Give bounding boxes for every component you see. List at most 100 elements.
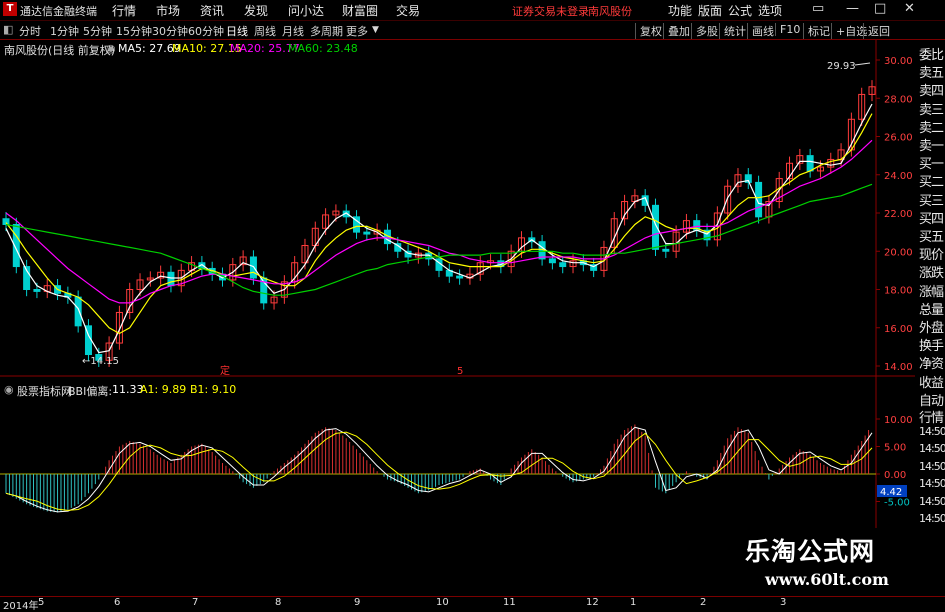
tool-overlay[interactable]: 叠加	[663, 23, 690, 39]
date-axis-label: 12	[586, 597, 599, 608]
side-panel-label: 14:50	[919, 477, 945, 491]
date-axis-label: 2014年	[3, 601, 39, 612]
side-panel-label: 买二	[919, 175, 944, 191]
date-axis-label: 10	[436, 597, 449, 608]
tool-mark[interactable]: 标记	[803, 23, 830, 39]
period-toolbar: ◧ 分时 1分钟 5分钟 15分钟 30分钟 60分钟 日线 周线 月线 多周期…	[0, 21, 945, 40]
y-tick-label: 24.00	[884, 171, 913, 182]
menu-layout[interactable]: 版面	[698, 2, 722, 19]
candle-body	[363, 231, 371, 235]
period-60min[interactable]: 60分钟	[188, 23, 224, 39]
chevron-down-icon[interactable]: ▼	[372, 25, 379, 35]
tool-multistock[interactable]: 多股	[691, 23, 718, 39]
candle-body	[806, 155, 814, 172]
side-panel-label: 14:50	[919, 494, 945, 508]
date-axis-label: 8	[275, 597, 282, 608]
title-bar: T 通达信金融终端 行情 市场 资讯 发现 问小达 财富圈 交易 证券交易未登录…	[0, 0, 945, 21]
maximize-icon[interactable]: □	[874, 1, 886, 16]
period-more[interactable]: 更多	[346, 23, 368, 39]
side-panel-label: 行情	[919, 411, 944, 427]
side-panel-label: 买五	[919, 230, 944, 245]
side-panel-label: 委比	[919, 48, 944, 63]
event-marker: 5	[457, 366, 463, 377]
side-panel-label: 14:50	[919, 442, 945, 456]
side-panel-label: 净资	[919, 357, 944, 373]
minimize-icon[interactable]: —	[846, 1, 859, 16]
candle-body	[167, 271, 175, 287]
candle-body	[33, 289, 41, 292]
date-axis-label: 5	[38, 597, 45, 608]
date-axis-label: 2	[700, 597, 707, 608]
period-30min[interactable]: 30分钟	[152, 23, 188, 39]
y-tick-label: 20.00	[884, 247, 913, 258]
stock-chart[interactable]: 30.00 28.00 26.00 24.00 22.00 20.00 18.00 16.00…	[0, 40, 915, 596]
side-panel-label: 卖三	[919, 102, 944, 118]
menu-market[interactable]: 市场	[156, 2, 180, 19]
period-5min[interactable]: 5分钟	[83, 23, 112, 39]
period-intraday[interactable]: 分时	[19, 23, 41, 39]
date-axis-label: 6	[114, 597, 121, 608]
y-tick-label: 16.00	[884, 324, 913, 335]
period-daily[interactable]: 日线	[226, 23, 248, 39]
date-axis-label: 1	[630, 597, 637, 608]
side-panel-label: 自动	[919, 393, 944, 409]
date-axis-label: 7	[192, 597, 199, 608]
side-panel-label: 涨幅	[919, 284, 944, 300]
app-logo-icon: T	[3, 2, 17, 16]
menu-quotes[interactable]: 行情	[112, 2, 136, 19]
y-tick-label: 18.00	[884, 286, 913, 297]
stock-name: 南风股份	[588, 5, 632, 18]
date-axis-label: 3	[780, 597, 787, 608]
menu-news[interactable]: 资讯	[200, 2, 224, 19]
trade-login-warning[interactable]: 证券交易未登录	[512, 3, 589, 19]
collapse-icon[interactable]: ◧	[3, 23, 13, 36]
watermark: 乐淘公式网 www.60lt.com	[725, 528, 945, 596]
restore-window-icon[interactable]: ▭	[812, 1, 824, 16]
y-tick-label: 22.00	[884, 209, 913, 220]
candle-body	[2, 218, 10, 225]
tool-draw[interactable]: 画线	[747, 23, 774, 39]
watermark-url: www.60lt.com	[765, 570, 889, 589]
y-tick-label: 26.00	[884, 133, 913, 144]
side-panel-label: 总量	[919, 302, 944, 318]
tool-add-favorite[interactable]: +自选	[831, 23, 867, 39]
side-panel-label: 涨跌	[919, 266, 944, 282]
side-panel-label: 卖五	[919, 66, 944, 82]
period-1min[interactable]: 1分钟	[50, 23, 79, 39]
period-15min[interactable]: 15分钟	[116, 23, 152, 39]
period-weekly[interactable]: 周线	[254, 23, 276, 39]
menu-trade[interactable]: 交易	[396, 2, 420, 19]
high-price-label: 29.93	[827, 61, 856, 72]
menu-ask[interactable]: 问小达	[288, 2, 324, 19]
candle-body	[548, 258, 556, 264]
date-axis: 2014年 5 6 7 8 9 10 11 12 1 2 3	[0, 596, 945, 612]
candle-body	[662, 248, 670, 252]
side-panel-label: 换手	[919, 339, 944, 355]
menu-discover[interactable]: 发现	[244, 2, 268, 19]
high-price-arrow	[854, 62, 871, 66]
current-value-label: 4.42	[880, 487, 902, 498]
menu-options[interactable]: 选项	[758, 2, 782, 19]
period-multi[interactable]: 多周期	[310, 23, 343, 39]
candle-body	[559, 262, 567, 268]
side-panel-label: 买三	[919, 193, 944, 209]
candle-body	[456, 275, 464, 279]
period-monthly[interactable]: 月线	[282, 23, 304, 39]
side-panel-label: 卖二	[919, 120, 944, 136]
side-panel-label: 买四	[919, 211, 944, 227]
y-tick-label: 30.00	[884, 56, 913, 67]
side-panel-label: 现价	[919, 248, 944, 264]
tool-f10[interactable]: F10	[775, 23, 800, 36]
close-icon[interactable]: ✕	[904, 1, 915, 16]
tool-adjust[interactable]: 复权	[635, 23, 662, 39]
tool-statistics[interactable]: 统计	[719, 23, 746, 39]
event-marker: 定	[220, 364, 230, 377]
sub-y-tick-label: 10.00	[884, 415, 913, 426]
side-panel-label: 14:50	[919, 459, 945, 473]
side-panel-label: 14:50	[919, 424, 945, 438]
menu-function[interactable]: 功能	[668, 2, 692, 19]
menu-wealth-circle[interactable]: 财富圈	[342, 2, 378, 19]
low-price-label: ←14.15	[82, 356, 119, 367]
menu-formula[interactable]: 公式	[728, 2, 752, 19]
tool-back[interactable]: 返回	[863, 23, 890, 39]
